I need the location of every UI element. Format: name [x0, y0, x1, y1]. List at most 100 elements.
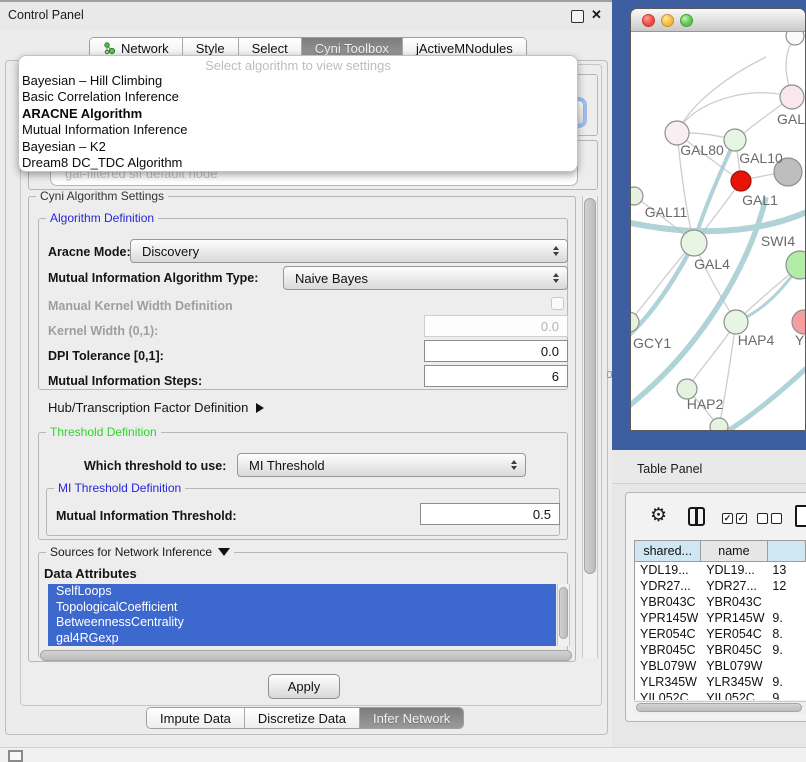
tab-infer-network[interactable]: Infer Network: [360, 708, 463, 728]
hub-definition-expander[interactable]: Hub/Transcription Factor Definition: [48, 400, 264, 415]
cyni-algorithm-settings-title: Cyni Algorithm Settings: [36, 190, 168, 202]
close-window-icon[interactable]: [642, 14, 655, 27]
attr-list-hscrollbar-thumb[interactable]: [40, 650, 572, 661]
table-row[interactable]: YBL079WYBL079W: [635, 658, 806, 674]
hub-definition-label: Hub/Transcription Factor Definition: [48, 400, 248, 415]
tab-impute-data[interactable]: Impute Data: [147, 708, 245, 728]
float-panel-icon[interactable]: [571, 10, 584, 23]
node-label: GAL80: [680, 142, 724, 158]
node-label: GAL11: [645, 204, 688, 220]
mi-threshold-label: Mutual Information Threshold:: [56, 509, 237, 523]
close-panel-icon[interactable]: ✕: [591, 7, 602, 23]
network-node[interactable]: [786, 32, 804, 45]
control-panel-titlebar: [0, 0, 612, 30]
combo-arrows-icon: [553, 273, 559, 284]
attr-item-topologicalcoefficient[interactable]: TopologicalCoefficient: [48, 600, 556, 616]
tab-network-label: Network: [121, 41, 169, 56]
control-panel-title: Control Panel: [8, 8, 84, 22]
threshold-definition-title: Threshold Definition: [46, 426, 161, 438]
table-row[interactable]: YIL052CYIL052C9: [635, 690, 806, 700]
attr-item-betweennesscentrality[interactable]: BetweennessCentrality: [48, 615, 556, 631]
screen: Control Panel ✕ Network Style Select Cyn…: [0, 0, 806, 762]
network-node-gal1[interactable]: [731, 171, 751, 191]
select-all-checks-icon[interactable]: ✓✓: [722, 513, 747, 524]
popup-item-bayesian-hill-climbing[interactable]: Bayesian – Hill Climbing: [19, 73, 577, 89]
table-row[interactable]: YBR043CYBR043C: [635, 594, 806, 610]
column-header-name[interactable]: name: [701, 540, 767, 562]
network-icon: [103, 42, 116, 55]
dpi-tolerance-label: DPI Tolerance [0,1]:: [48, 349, 164, 363]
table-row[interactable]: YLR345WYLR345W9.: [635, 674, 806, 690]
which-threshold-label: Which threshold to use:: [84, 459, 226, 473]
aracne-mode-value: Discovery: [142, 244, 199, 259]
node-label: HAP2: [687, 396, 724, 412]
mi-threshold-field[interactable]: 0.5: [420, 503, 560, 525]
algorithm-dropdown-popup: Select algorithm to view settings Bayesi…: [18, 55, 578, 172]
popup-item-bayesian-k2[interactable]: Bayesian – K2: [19, 139, 577, 155]
dpi-tolerance-field[interactable]: 0.0: [424, 340, 568, 362]
popup-placeholder: Select algorithm to view settings: [19, 56, 577, 73]
table-body: YDL19...YDL19...13 YDR27...YDR27...12 YB…: [635, 562, 806, 700]
attr-item-selfloops[interactable]: SelfLoops: [48, 584, 556, 600]
collapse-down-icon: [218, 548, 230, 556]
node-table: shared... name YDL19...YDL19...13 YDR27.…: [634, 540, 806, 700]
popup-item-aracne[interactable]: ARACNE Algorithm: [19, 106, 577, 122]
zoom-window-icon[interactable]: [680, 14, 693, 27]
network-node-gal[interactable]: [780, 85, 804, 109]
mi-steps-label: Mutual Information Steps:: [48, 374, 202, 388]
table-hscrollbar-thumb[interactable]: [636, 703, 802, 712]
popup-item-basic-correlation[interactable]: Basic Correlation Inference: [19, 89, 577, 105]
file-icon[interactable]: [795, 505, 806, 527]
network-node[interactable]: [710, 418, 728, 431]
node-label: Y: [795, 332, 805, 348]
network-node-gal4[interactable]: [681, 230, 707, 256]
manual-kernel-label: Manual Kernel Width Definition: [48, 299, 233, 313]
table-row[interactable]: YDR27...YDR27...12: [635, 578, 806, 594]
network-node-labels: GAL GAL80 GAL10 GAL1 GAL11 GAL4 SWI4 GCY…: [633, 111, 805, 412]
apply-button[interactable]: Apply: [268, 674, 340, 699]
panel-dock-icon[interactable]: [8, 750, 23, 762]
minimize-window-icon[interactable]: [661, 14, 674, 27]
network-canvas[interactable]: GAL GAL80 GAL10 GAL1 GAL11 GAL4 SWI4 GCY…: [631, 32, 806, 431]
network-window-titlebar[interactable]: [631, 9, 806, 32]
cyni-bottom-tabbar: Impute Data Discretize Data Infer Networ…: [146, 707, 464, 729]
attr-item-gal4rgexp[interactable]: gal4RGexp: [48, 631, 556, 647]
settings-scrollbar-thumb[interactable]: [584, 198, 596, 574]
mi-type-combo[interactable]: Naive Bayes: [283, 266, 568, 290]
data-attributes-label: Data Attributes: [44, 566, 137, 581]
split-pane-icon[interactable]: [688, 507, 705, 526]
manual-kernel-checkbox[interactable]: [551, 297, 564, 310]
status-strip: [0, 747, 806, 762]
mi-steps-field[interactable]: 6: [424, 365, 568, 387]
column-header-cut[interactable]: [768, 540, 806, 562]
kernel-width-field: 0.0: [424, 315, 568, 337]
combo-arrows-icon: [511, 460, 517, 471]
network-node-gal11[interactable]: [631, 187, 643, 205]
table-row[interactable]: YBR045CYBR045C9.: [635, 642, 806, 658]
deselect-all-checks-icon[interactable]: [757, 513, 782, 524]
data-attributes-list: SelfLoops TopologicalCoefficient Between…: [48, 584, 556, 646]
algorithm-definition-title: Algorithm Definition: [46, 212, 158, 224]
network-node-gal10[interactable]: [724, 129, 746, 151]
popup-item-mutual-information[interactable]: Mutual Information Inference: [19, 122, 577, 138]
which-threshold-combo[interactable]: MI Threshold: [237, 453, 526, 477]
table-row[interactable]: YDL19...YDL19...13: [635, 562, 806, 578]
table-row[interactable]: YER054CYER054C8.: [635, 626, 806, 642]
aracne-mode-combo[interactable]: Discovery: [130, 239, 568, 263]
gear-icon[interactable]: ⚙: [650, 506, 667, 525]
network-graph: GAL GAL80 GAL10 GAL1 GAL11 GAL4 SWI4 GCY…: [631, 32, 806, 431]
node-label: GAL: [777, 111, 805, 127]
sources-title: Sources for Network Inference: [50, 546, 212, 558]
table-panel-title: Table Panel: [637, 462, 702, 476]
network-node-hap4[interactable]: [724, 310, 748, 334]
mi-type-label: Mutual Information Algorithm Type:: [48, 271, 258, 285]
network-node-y[interactable]: [792, 310, 806, 334]
popup-item-dream8[interactable]: Dream8 DC_TDC Algorithm: [19, 155, 577, 171]
column-header-shared[interactable]: shared...: [635, 540, 701, 562]
node-label: SWI4: [761, 233, 795, 249]
sources-expander[interactable]: Sources for Network Inference: [46, 546, 234, 558]
node-label: GCY1: [633, 335, 671, 351]
attr-list-scrollbar-thumb[interactable]: [559, 587, 568, 639]
tab-discretize-data[interactable]: Discretize Data: [245, 708, 360, 728]
table-row[interactable]: YPR145WYPR145W9.: [635, 610, 806, 626]
